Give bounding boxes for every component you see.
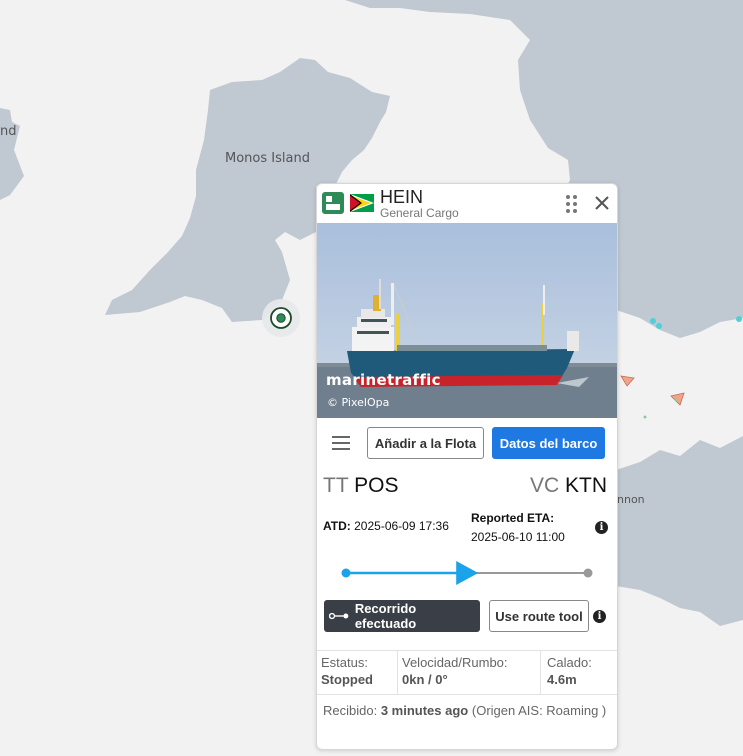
draught-value: 4.6m [547,672,577,687]
voyage-progress [341,561,593,585]
vessel-photo[interactable]: marinetraffic © PixelOpa [317,223,617,418]
eta-info-icon[interactable]: i [595,521,608,534]
vessel-icon-anchored [656,323,662,329]
eta-label: Reported ETA: [471,511,555,525]
menu-icon[interactable] [331,434,353,452]
origin-port-code: POS [354,474,399,497]
drag-handle-icon[interactable] [566,195,578,213]
vessel-name: HEIN [380,187,424,207]
vessel-details-button[interactable]: Datos del barco [492,427,605,459]
popup-header: HEIN General Cargo [317,184,617,222]
route-tool-info-icon[interactable]: i [593,610,606,623]
eta-field: Reported ETA: 2025-06-10 11:00 [471,509,565,547]
speed-stat: Velocidad/Rumbo: 0kn / 0° [402,651,541,694]
track-icon [329,612,349,620]
map-label-partial: nnon [617,493,645,506]
status-stat: Estatus: Stopped [321,651,398,694]
vessel-icon-anchored [650,318,656,324]
close-icon[interactable] [591,192,613,214]
vessel-icon-anchored [674,398,678,402]
ais-source: (Origen AIS: Roaming ) [471,703,607,718]
speed-value: 0kn / 0° [402,672,448,687]
vessel-icon-anchored [643,415,647,419]
marinetraffic-logo-icon [322,192,344,214]
received-time: 3 minutes ago [380,703,469,718]
draught-label: Calado: [547,655,592,670]
past-track-button[interactable]: Recorrido efectuado [324,600,480,632]
atd-value: 2025-06-09 17:36 [354,519,449,533]
received-info: Recibido: 3 minutes ago (Origen AIS: Roa… [323,701,611,721]
past-track-label: Recorrido efectuado [354,601,417,631]
route-start-dot [341,568,351,578]
map-label-partial: nd [0,124,17,139]
destination-country-code: VC [530,474,560,497]
guyana-flag-icon [350,194,374,212]
add-to-fleet-button[interactable]: Añadir a la Flota [367,427,484,459]
atd-label: ATD: [323,519,351,533]
received-label: Recibido: [323,703,378,718]
status-label: Estatus: [321,655,368,670]
speed-label: Velocidad/Rumbo: [402,655,508,670]
photo-credit: © PixelOpa [327,396,390,409]
route-end-dot [583,568,593,578]
draught-stat: Calado: 4.6m [547,651,613,694]
vessel-progress-arrow-icon [456,561,479,585]
origin-port[interactable]: TT POS [323,474,398,498]
vessel-stats: Estatus: Stopped Velocidad/Rumbo: 0kn / … [317,650,617,695]
vessel-popup: HEIN General Cargo marinetraffic © Pixel… [316,183,618,750]
destination-port[interactable]: VC KTN [530,474,607,498]
photo-watermark: marinetraffic [326,371,441,389]
atd-field: ATD: 2025-06-09 17:36 [323,519,449,533]
destination-port-code: KTN [565,474,608,497]
eta-value: 2025-06-10 11:00 [471,530,565,544]
map-label-monos-island: Monos Island [225,151,310,166]
status-value: Stopped [321,672,373,687]
vessel-position-dot [276,313,286,323]
origin-country-code: TT [323,474,349,497]
vessel-icon-anchored [736,316,742,322]
vessel-type: General Cargo [380,206,459,220]
route-tool-button[interactable]: Use route tool [489,600,589,632]
